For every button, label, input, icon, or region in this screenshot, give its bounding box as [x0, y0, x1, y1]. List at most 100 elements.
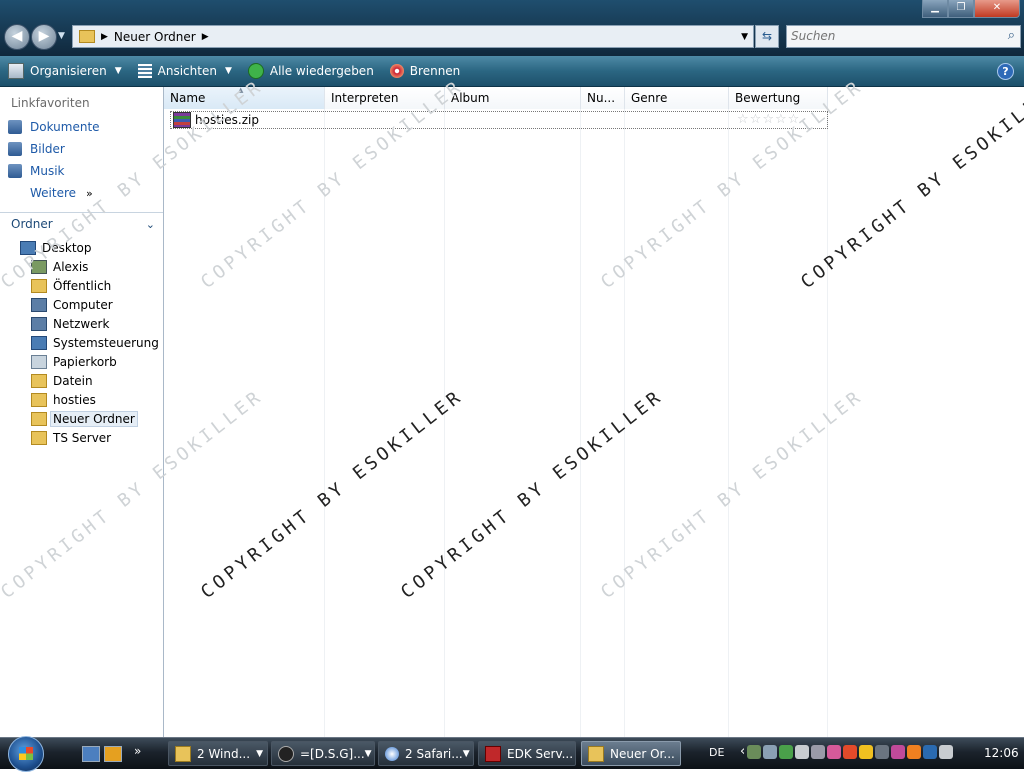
address-dropdown-icon[interactable]: ▼ [741, 32, 748, 42]
tree-item-label: hosties [53, 392, 96, 407]
tree-item-label: TS Server [53, 430, 112, 445]
favorite-music[interactable]: Musik [0, 160, 163, 182]
start-button[interactable] [8, 736, 44, 772]
refresh-button[interactable]: ⇆ [755, 25, 779, 48]
burn-button[interactable]: Brennen [382, 56, 468, 86]
app-tray-icon[interactable] [891, 745, 906, 759]
help-button[interactable]: ? [997, 63, 1014, 80]
organize-button[interactable]: Organisieren ▼ [0, 56, 130, 86]
tree-item-label: Neuer Ordner [50, 410, 138, 427]
play-all-button[interactable]: Alle wiedergeben [240, 56, 382, 86]
arrow-right-icon: ▶ [38, 28, 50, 44]
tree-item-control-panel[interactable]: Systemsteuerung [0, 333, 163, 352]
column-label: Nu... [587, 91, 616, 105]
taskbar-button-filezilla[interactable]: EDK Serv... [478, 741, 576, 766]
app-tray-icon[interactable] [875, 745, 890, 759]
folders-header[interactable]: Ordner ⌄ [0, 212, 163, 235]
clock[interactable]: 12:06 [984, 746, 1019, 760]
column-number[interactable]: Nu... [581, 87, 625, 109]
tray-expand-icon[interactable]: ‹ [740, 745, 745, 759]
tree-item-public[interactable]: Öffentlich [0, 276, 163, 295]
search-box[interactable]: ⌕ [786, 25, 1021, 48]
filezilla-icon [485, 745, 501, 762]
burn-disc-icon [389, 64, 404, 78]
pictures-icon [8, 142, 22, 156]
title-bar: ▁ ❐ ✕ ◀ ▶ ▼ ▶ Neuer Ordner ▶ ▼ ⇆ ⌕ [0, 0, 1024, 56]
tree-item-hosties[interactable]: hosties [0, 390, 163, 409]
arrow-left-icon: ◀ [11, 28, 23, 44]
icq-tray-icon[interactable] [827, 745, 842, 759]
folder-icon [588, 745, 604, 762]
media-player-icon[interactable] [104, 746, 122, 762]
tree-item-ts-server[interactable]: TS Server [0, 428, 163, 447]
app-tray-icon[interactable] [843, 745, 858, 759]
language-indicator[interactable]: DE [709, 746, 724, 759]
show-desktop-icon[interactable] [82, 746, 100, 762]
recent-pages-dropdown-icon[interactable]: ▼ [58, 31, 65, 41]
column-artists[interactable]: Interpreten [325, 87, 445, 109]
favorite-documents[interactable]: Dokumente [0, 116, 163, 138]
taskbar-button-steam[interactable]: =[D.S.G]... ▼ [271, 741, 375, 766]
column-genre[interactable]: Genre [625, 87, 729, 109]
tree-item-computer[interactable]: Computer [0, 295, 163, 314]
steam-tray-icon[interactable] [763, 745, 778, 759]
address-bar[interactable]: ▶ Neuer Ordner ▶ ▼ [72, 25, 754, 48]
column-rating[interactable]: Bewertung [729, 87, 828, 109]
favorites-title: Linkfavoriten [11, 96, 90, 110]
messenger-tray-icon[interactable] [779, 745, 794, 759]
folder-icon [79, 30, 95, 43]
taskbar-button-explorer[interactable]: 2 Wind... ▼ [168, 741, 268, 766]
column-label: Bewertung [735, 91, 801, 105]
folders-title: Ordner [11, 217, 53, 231]
views-button[interactable]: Ansichten ▼ [130, 56, 240, 86]
taskbar-button-safari[interactable]: 2 Safari... ▼ [378, 741, 474, 766]
play-icon [247, 63, 264, 79]
tree-item-datein[interactable]: Datein [0, 371, 163, 390]
column-album[interactable]: Album [445, 87, 581, 109]
favorites-more[interactable]: Weitere » [0, 182, 163, 204]
tree-item-desktop[interactable]: Desktop [0, 238, 163, 257]
file-row[interactable]: hosties.zip ☆ ☆ ☆ ☆ ☆ [170, 111, 828, 129]
star-icon[interactable]: ☆ [737, 112, 749, 127]
chevron-right-icon[interactable]: ▶ [101, 32, 108, 42]
favorite-label: Musik [30, 164, 65, 178]
breadcrumb-current[interactable]: Neuer Ordner [114, 30, 196, 44]
xfire-tray-icon[interactable] [811, 745, 826, 759]
close-button[interactable]: ✕ [974, 0, 1020, 18]
chevron-right-icon[interactable]: ▶ [202, 32, 209, 42]
star-icon[interactable]: ☆ [750, 112, 762, 127]
network-tray-icon[interactable] [747, 745, 762, 759]
column-divider [444, 109, 445, 739]
star-icon[interactable]: ☆ [775, 112, 787, 127]
favorite-pictures[interactable]: Bilder [0, 138, 163, 160]
folder-icon [31, 278, 47, 293]
file-list: ▲ Name Interpreten Album Nu... Genre Bew… [164, 86, 1024, 739]
star-icon[interactable]: ☆ [762, 112, 774, 127]
tree-item-neuer-ordner[interactable]: Neuer Ordner [0, 409, 163, 428]
back-button[interactable]: ◀ [4, 24, 30, 50]
minimize-button[interactable]: ▁ [922, 0, 948, 18]
taskbar-button-folder[interactable]: Neuer Or... [581, 741, 681, 766]
app-tray-icon[interactable] [907, 745, 922, 759]
rating-stars[interactable]: ☆ ☆ ☆ ☆ ☆ [737, 112, 799, 127]
tree-item-recycle-bin[interactable]: Papierkorb [0, 352, 163, 371]
winrar-archive-icon [173, 112, 191, 128]
quick-launch-more-icon[interactable]: » [134, 744, 141, 758]
cloud-tray-icon[interactable] [795, 745, 810, 759]
tree-item-network[interactable]: Netzwerk [0, 314, 163, 333]
network-connection-icon[interactable] [923, 745, 938, 759]
volume-icon[interactable] [939, 745, 954, 759]
tree-item-label: Computer [53, 297, 113, 312]
control-panel-icon [31, 335, 47, 350]
maximize-button[interactable]: ❐ [948, 0, 974, 18]
star-icon[interactable]: ☆ [788, 112, 800, 127]
column-name[interactable]: ▲ Name [164, 86, 325, 109]
chevron-down-icon: ▼ [224, 66, 232, 76]
search-input[interactable] [787, 26, 995, 45]
forward-button[interactable]: ▶ [31, 24, 57, 50]
column-divider [624, 109, 625, 739]
moon-tray-icon[interactable] [859, 745, 874, 759]
search-icon[interactable]: ⌕ [1008, 28, 1015, 43]
double-chevron-icon: » [86, 186, 93, 200]
tree-item-alexis[interactable]: Alexis [0, 257, 163, 276]
